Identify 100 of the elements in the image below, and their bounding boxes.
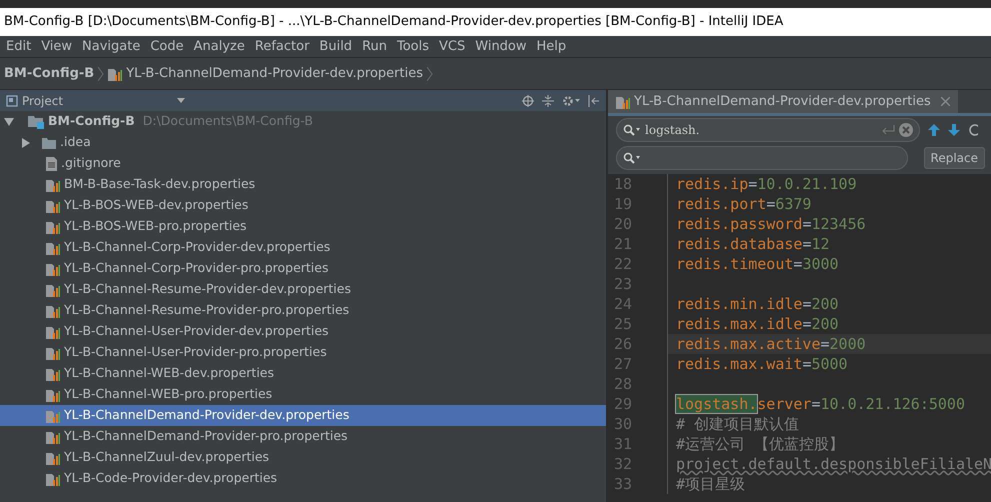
line-number: 20	[608, 214, 668, 234]
menu-item[interactable]: Code	[150, 36, 184, 57]
expanded-arrow-icon[interactable]	[4, 118, 14, 126]
line-number: 19	[608, 194, 668, 214]
line-number: 23	[608, 274, 668, 294]
down-arrow-icon[interactable]	[948, 124, 960, 136]
code-line: redis.database=12	[675, 234, 831, 254]
tree-item[interactable]: YL-B-Channel-User-Provider-pro.properties	[0, 342, 606, 363]
line-number: 33	[608, 474, 668, 494]
search-icon	[623, 124, 641, 136]
code-line: redis.ip=10.0.21.109	[675, 174, 858, 194]
folder-icon	[42, 136, 56, 148]
properties-file-icon	[46, 198, 60, 212]
line-number: 24	[608, 294, 668, 314]
line-number: 29	[608, 394, 668, 414]
line-number: 21	[608, 234, 668, 254]
code-line: redis.max.wait=5000	[675, 354, 849, 374]
menu-item[interactable]: Window	[475, 36, 527, 57]
tree-item[interactable]: YL-B-BOS-WEB-pro.properties	[0, 216, 606, 237]
code-line: logstash.server=10.0.21.126:5000	[675, 394, 966, 414]
locate-icon[interactable]	[522, 94, 534, 106]
tree-item[interactable]: YL-B-Channel-Resume-Provider-dev.properties	[0, 279, 606, 300]
properties-file-icon	[46, 240, 60, 254]
line-number: 22	[608, 254, 668, 274]
project-path: D:\Documents\BM-Config-B	[142, 112, 313, 130]
code-line: redis.timeout=3000	[675, 254, 840, 274]
menu-item[interactable]: Refactor	[254, 36, 310, 57]
properties-file-icon	[46, 408, 60, 422]
tree-item[interactable]: YL-B-Channel-User-Provider-dev.properties	[0, 321, 606, 342]
text-file-icon	[46, 156, 57, 170]
tree-item[interactable]: YL-B-BOS-WEB-dev.properties	[0, 195, 606, 216]
up-arrow-icon[interactable]	[928, 124, 940, 136]
project-folder-icon	[28, 114, 44, 128]
search-field[interactable]: logstash.	[616, 118, 920, 142]
code-comment: #运营公司 【优蓝控股】	[675, 434, 846, 454]
tree-item[interactable]: YL-B-Channel-Resume-Provider-pro.properties	[0, 300, 606, 321]
replace-field[interactable]	[616, 146, 908, 170]
properties-file-icon	[46, 346, 60, 360]
tree-item[interactable]: YL-B-Channel-WEB-pro.properties	[0, 384, 606, 405]
enter-icon	[881, 125, 895, 135]
line-number: 27	[608, 354, 668, 374]
chevron-icon	[98, 66, 104, 80]
hide-panel-icon[interactable]	[588, 94, 600, 106]
properties-file-icon	[46, 472, 60, 486]
replace-button[interactable]: Replace	[924, 147, 985, 169]
menu-item[interactable]: Tools	[397, 36, 430, 57]
menu-item[interactable]: View	[41, 36, 72, 57]
properties-file-icon	[46, 220, 60, 234]
panel-title: Project	[22, 92, 64, 110]
close-icon[interactable]	[940, 97, 950, 106]
dropdown-caret-icon[interactable]	[177, 98, 186, 104]
tree-item[interactable]: .gitignore	[0, 153, 606, 174]
tree-item[interactable]: YL-B-Code-Provider-dev.properties	[0, 468, 606, 489]
properties-file-icon	[46, 178, 60, 192]
search-text: logstash.	[645, 122, 700, 139]
breadcrumb-item[interactable]: YL-B-ChannelDemand-Provider-dev.properties	[126, 64, 423, 84]
menu-item[interactable]: Edit	[6, 36, 32, 57]
window-title: BM-Config-B [D:\Documents\BM-Config-B] - ...\YL-B-ChannelDemand-Provider-dev.properties [BM-Config-B] - IntelliJ IDEA	[0, 8, 991, 36]
collapsed-arrow-icon[interactable]	[22, 138, 30, 148]
tree-item[interactable]: .idea	[0, 132, 606, 153]
line-number: 32	[608, 454, 668, 474]
properties-file-icon	[616, 94, 630, 108]
tree-item[interactable]: YL-B-ChannelDemand-Provider-dev.properties	[0, 405, 606, 426]
properties-file-icon	[46, 324, 60, 338]
code-line: redis.port=6379	[675, 194, 812, 214]
line-number: 18	[608, 174, 668, 194]
breadcrumb-item[interactable]: BM-Config-B	[4, 64, 94, 84]
properties-file-icon	[46, 304, 60, 318]
menu-item[interactable]: Build	[319, 36, 352, 57]
tree-item[interactable]: BM-B-Base-Task-dev.properties	[0, 174, 606, 195]
menu-item[interactable]: Help	[536, 36, 566, 57]
clear-icon[interactable]	[899, 123, 913, 137]
properties-file-icon	[46, 282, 60, 296]
menu-item[interactable]: VCS	[439, 36, 466, 57]
search-icon	[623, 152, 641, 164]
tree-item[interactable]: YL-B-ChannelDemand-Provider-pro.properties	[0, 426, 606, 447]
menu-item[interactable]: Navigate	[82, 36, 140, 57]
code-line: project.default.desponsibleFilialeN	[675, 454, 991, 474]
editor-tab[interactable]: YL-B-ChannelDemand-Provider-dev.properties	[608, 90, 958, 113]
collapse-icon[interactable]	[542, 94, 554, 106]
menu-item[interactable]: Run	[362, 36, 387, 57]
code-line: redis.max.idle=200	[675, 314, 840, 334]
menu-item[interactable]: Analyze	[194, 36, 245, 57]
settings-icon[interactable]	[562, 94, 580, 106]
properties-file-icon	[46, 366, 60, 380]
tree-item[interactable]: YL-B-ChannelZuul-dev.properties	[0, 447, 606, 468]
tree-item[interactable]: YL-B-Channel-Corp-Provider-pro.properties	[0, 258, 606, 279]
properties-file-icon	[46, 262, 60, 276]
project-view-icon	[6, 94, 18, 106]
properties-file-icon	[46, 388, 60, 402]
line-number: 30	[608, 414, 668, 434]
line-number: 31	[608, 434, 668, 454]
line-number: 28	[608, 374, 668, 394]
properties-file-icon	[46, 430, 60, 444]
tree-item[interactable]: BM-Config-B	[48, 112, 135, 131]
tree-item[interactable]: YL-B-Channel-WEB-dev.properties	[0, 363, 606, 384]
tree-item[interactable]: YL-B-Channel-Corp-Provider-dev.properties	[0, 237, 606, 258]
line-number: 25	[608, 314, 668, 334]
code-comment: #项目星级	[675, 474, 746, 494]
chevron-icon	[427, 66, 433, 80]
